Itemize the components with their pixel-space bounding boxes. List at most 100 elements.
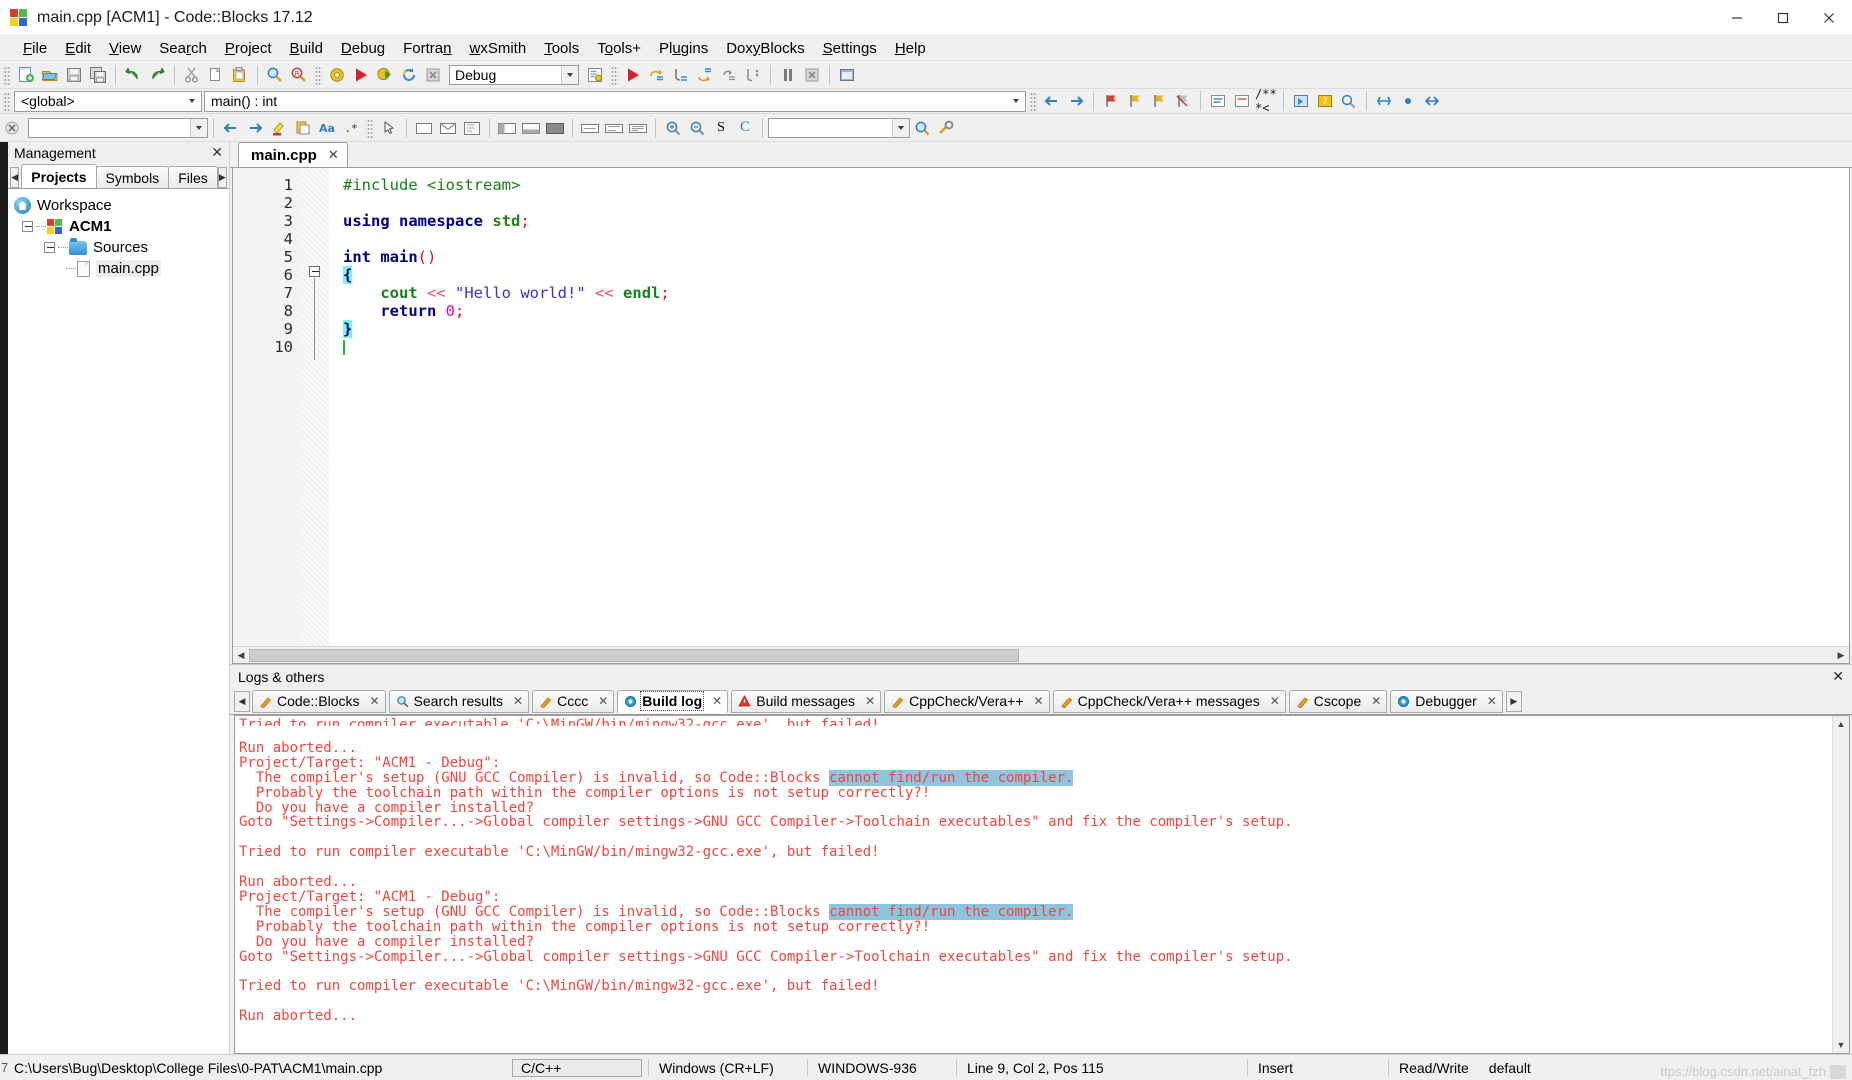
scopebar-grip[interactable]	[3, 91, 11, 111]
panel-full-icon[interactable]	[543, 116, 567, 140]
chevron-left-icon[interactable]: ◀	[233, 647, 249, 663]
search-input[interactable]	[28, 117, 208, 138]
doxyblocks-comment-icon[interactable]: /** *<	[1254, 87, 1278, 115]
log-vscrollbar[interactable]: ▲ ▼	[1832, 716, 1849, 1053]
chevron-left-icon[interactable]: ◀	[10, 167, 20, 188]
menu-tools[interactable]: Tools	[535, 38, 588, 59]
editor-surface[interactable]: 1 2 3 4 5 6 7 8 9 10 #include <iostream> using nam…	[233, 168, 1849, 646]
fold-margin[interactable]	[301, 168, 329, 646]
replace-replace-icon[interactable]: R	[287, 63, 311, 87]
close-icon[interactable]: ✕	[369, 694, 379, 708]
undo-icon[interactable]	[121, 63, 145, 87]
build-target-select[interactable]: Debug	[449, 64, 579, 85]
mail-icon[interactable]	[436, 116, 460, 140]
log-tab-code-blocks[interactable]: Code::Blocks ✕	[252, 689, 386, 713]
cut-icon[interactable]	[180, 63, 204, 87]
menu-project[interactable]: Project	[216, 38, 281, 59]
menu-build[interactable]: Build	[281, 38, 332, 59]
run-green-triangle-icon[interactable]	[349, 63, 373, 87]
log-tab-cppcheck-vera-[interactable]: CppCheck/Vera++ ✕	[884, 689, 1050, 713]
bookmark-prev-icon[interactable]	[1123, 89, 1147, 113]
unfold-all-icon[interactable]	[1420, 89, 1444, 113]
doxyblocks-config-icon[interactable]	[1337, 89, 1361, 113]
menu-search[interactable]: Search	[150, 38, 216, 59]
project-tree[interactable]: Workspace ACM1 Sources main.cpp	[8, 189, 229, 1054]
chevron-right-icon[interactable]: ▶	[217, 167, 227, 188]
panel-blank-icon[interactable]	[412, 116, 436, 140]
rebuild-icon[interactable]	[397, 63, 421, 87]
menu-plugins[interactable]: Plugins	[650, 38, 717, 59]
close-icon[interactable]: ✕	[1832, 668, 1844, 685]
tab-files[interactable]: Files	[168, 166, 218, 188]
chevron-right-icon[interactable]: ▶	[1505, 690, 1522, 712]
menu-doxyblocks[interactable]: DoxyBlocks	[717, 38, 813, 59]
symbol-search-input[interactable]	[768, 117, 910, 138]
toggle-fold-icon[interactable]	[1396, 89, 1420, 113]
wrap2-icon[interactable]	[602, 116, 626, 140]
wrap-icon[interactable]	[578, 116, 602, 140]
tree-item-project[interactable]: ACM1	[8, 216, 229, 237]
tree-item-folder[interactable]: Sources	[8, 237, 229, 258]
menu-wxsmith[interactable]: wxSmith	[461, 38, 536, 59]
menu-edit[interactable]: Edit	[56, 38, 100, 59]
editor-hscrollbar[interactable]: ◀ ▶	[233, 646, 1849, 663]
selection-icon[interactable]	[377, 116, 401, 140]
tab-symbols[interactable]: Symbols	[95, 166, 170, 188]
vscroll-track[interactable]	[1833, 732, 1849, 1037]
debug-continue-icon[interactable]	[621, 63, 645, 87]
break-debugger-icon[interactable]	[776, 63, 800, 87]
bookmark-red-flag-icon[interactable]	[1099, 89, 1123, 113]
tab-projects[interactable]: Projects	[21, 164, 97, 188]
doxyblocks-run-icon[interactable]	[1289, 89, 1313, 113]
editor-tab-main-cpp[interactable]: main.cpp ✕	[238, 142, 348, 167]
save-icon[interactable]	[62, 63, 86, 87]
tree-item-workspace[interactable]: Workspace	[8, 195, 229, 216]
open-file-icon[interactable]	[38, 63, 62, 87]
close-icon[interactable]: ✕	[1034, 694, 1044, 708]
fold-collapse-icon[interactable]	[309, 266, 320, 277]
regex-icon[interactable]: .*	[339, 116, 363, 140]
log-tab-build-messages[interactable]: Build messages ✕	[731, 689, 882, 713]
menu-settings[interactable]: Settings	[814, 38, 886, 59]
step-out-icon[interactable]	[693, 63, 717, 87]
close-icon[interactable]: ✕	[598, 694, 608, 708]
close-icon[interactable]: ✕	[1270, 694, 1280, 708]
forward-arrow-icon[interactable]	[1064, 89, 1088, 113]
next-instruction-icon[interactable]	[717, 63, 741, 87]
c-icon[interactable]: C	[733, 116, 757, 140]
toolbar-grip[interactable]	[3, 64, 11, 85]
menu-view[interactable]: View	[100, 38, 150, 59]
abort-x-icon[interactable]	[421, 63, 445, 87]
doc-icon[interactable]	[460, 116, 484, 140]
code-text[interactable]: #include <iostream> using namespace std; i…	[329, 168, 1849, 646]
log-tab-search-results[interactable]: Search results ✕	[388, 689, 530, 713]
fold-all-icon[interactable]	[1372, 89, 1396, 113]
menu-tools-[interactable]: Tools+	[588, 38, 650, 59]
doxyblocks-help-icon[interactable]: ?	[1313, 89, 1337, 113]
step-over-icon[interactable]	[645, 63, 669, 87]
close-icon[interactable]: ✕	[865, 694, 875, 708]
bookmark-clear-icon[interactable]	[1171, 89, 1195, 113]
copy-occurrence-icon[interactable]	[291, 116, 315, 140]
menu-help[interactable]: Help	[886, 38, 935, 59]
search-settings-icon[interactable]	[934, 116, 958, 140]
chevron-down-icon[interactable]	[561, 65, 578, 84]
chevron-down-icon[interactable]: ▼	[1833, 1037, 1849, 1053]
toolbar-grip-3[interactable]	[610, 64, 618, 85]
log-tab-build-log[interactable]: Build log ✕	[617, 689, 729, 713]
chevron-down-icon[interactable]	[184, 92, 200, 111]
menu-file[interactable]: File	[14, 38, 56, 59]
close-icon[interactable]: ✕	[712, 694, 722, 708]
close-icon[interactable]: ✕	[1371, 694, 1381, 708]
log-tab-debugger[interactable]: Debugger ✕	[1390, 689, 1503, 713]
clear-x-icon[interactable]	[0, 116, 24, 140]
build-and-run-icon[interactable]	[373, 63, 397, 87]
panel-bottom-icon[interactable]	[519, 116, 543, 140]
comment-icon[interactable]	[1206, 89, 1230, 113]
step-into-icon[interactable]	[669, 63, 693, 87]
save-all-icon[interactable]	[86, 63, 110, 87]
find-icon[interactable]	[263, 63, 287, 87]
search-grip[interactable]	[366, 117, 374, 138]
new-file-icon[interactable]	[14, 63, 38, 87]
menu-fortran[interactable]: Fortran	[394, 38, 460, 59]
